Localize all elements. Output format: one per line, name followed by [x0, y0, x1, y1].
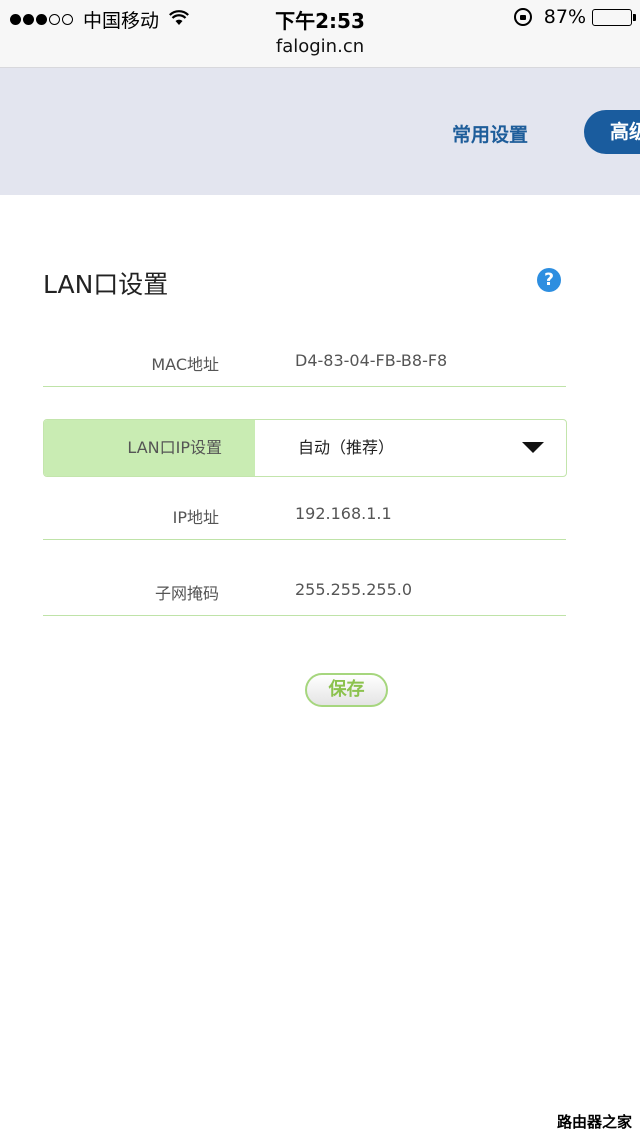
ip-address-label: IP地址	[172, 508, 219, 527]
dropdown-arrow-icon[interactable]	[522, 442, 544, 453]
help-icon[interactable]: ?	[537, 268, 561, 292]
mac-address-value: D4-83-04-FB-B8-F8	[295, 351, 448, 370]
mac-address-label: MAC地址	[151, 355, 219, 374]
lan-ip-setting-label: LAN口IP设置	[44, 420, 255, 476]
page-title: LAN口设置	[43, 270, 169, 299]
mac-address-row: MAC地址 D4-83-04-FB-B8-F8	[43, 337, 566, 387]
rotation-lock-icon	[513, 8, 532, 26]
status-right: 87%	[513, 6, 636, 28]
save-button[interactable]: 保存	[305, 673, 388, 707]
watermark: 路由器之家	[557, 1111, 632, 1132]
lan-ip-setting-value[interactable]: 自动（推荐）	[298, 420, 394, 476]
subnet-mask-value: 255.255.255.0	[295, 580, 413, 599]
battery-percent: 87%	[543, 6, 586, 28]
battery-icon	[592, 8, 636, 26]
address-bar-url[interactable]: falogin.cn	[0, 36, 640, 57]
subnet-mask-label: 子网掩码	[154, 584, 219, 603]
nav-common-settings[interactable]: 常用设置	[452, 120, 528, 147]
subnet-mask-row: 子网掩码 255.255.255.0	[43, 566, 566, 616]
ip-address-value: 192.168.1.1	[295, 504, 392, 523]
status-bar: 中国移动 下午2:53 falogin.cn 87%	[0, 0, 640, 68]
top-navigation: 常用设置 高级	[0, 68, 640, 195]
ip-address-row: IP地址 192.168.1.1	[43, 490, 566, 540]
watermark-text: 路由器之家	[556, 1113, 632, 1131]
lan-ip-setting-select[interactable]: LAN口IP设置 自动（推荐）	[43, 419, 567, 477]
nav-advanced-settings[interactable]: 高级	[584, 110, 640, 154]
